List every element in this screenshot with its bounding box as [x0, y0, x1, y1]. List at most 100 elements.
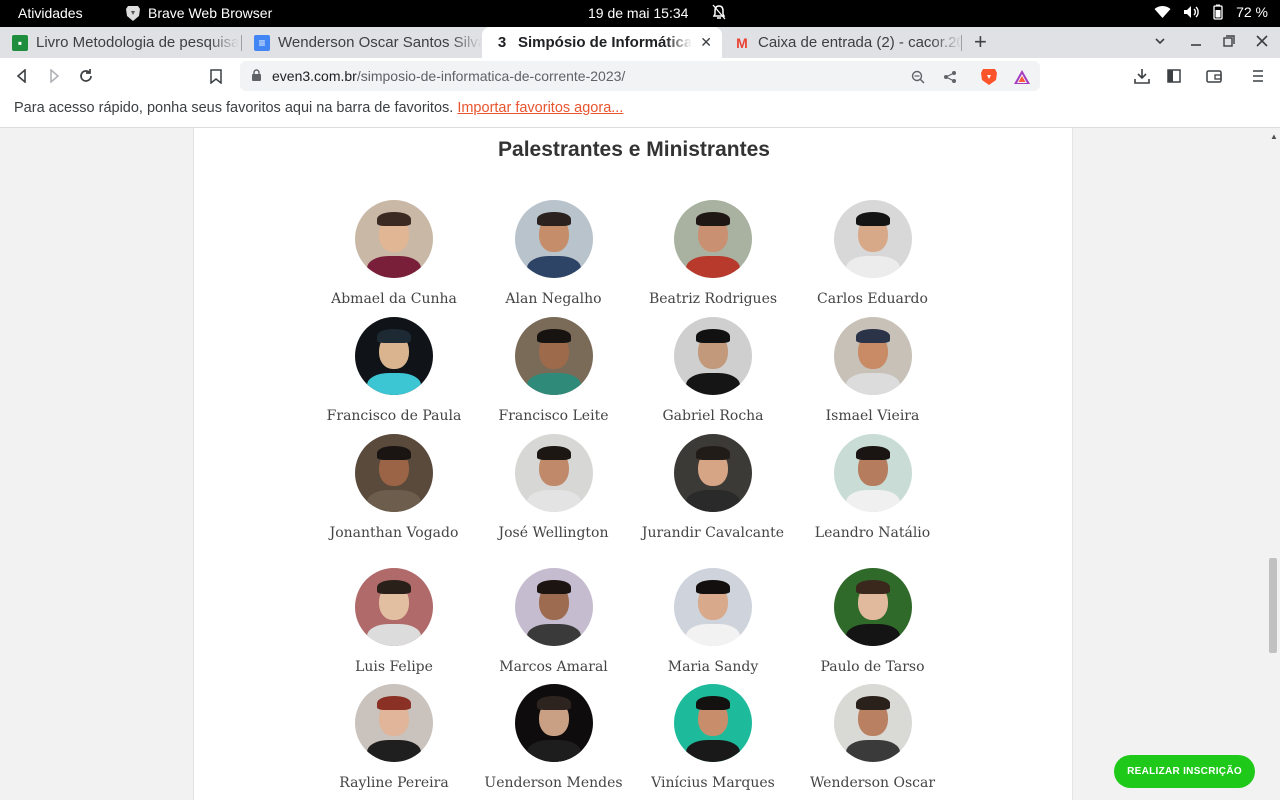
tab-search-chevron-icon[interactable] — [1154, 34, 1166, 52]
speaker-photo[interactable] — [514, 317, 593, 395]
speaker-card[interactable]: Uenderson Mendes — [474, 684, 634, 792]
speaker-card[interactable]: Paulo de Tarso — [793, 568, 953, 676]
speaker-card[interactable]: Jonanthan Vogado — [314, 434, 474, 542]
import-bookmarks-link[interactable]: Importar favoritos agora... — [457, 100, 623, 116]
speaker-card[interactable]: Abmael da Cunha — [314, 200, 474, 308]
activities-button[interactable]: Atividades — [18, 5, 83, 21]
speaker-photo[interactable] — [355, 200, 433, 278]
speaker-card[interactable]: Francisco de Paula — [314, 317, 474, 425]
speaker-photo[interactable] — [674, 684, 752, 762]
speaker-photo[interactable] — [514, 684, 593, 762]
photo-body-shape — [367, 624, 421, 646]
speaker-photo[interactable] — [514, 434, 593, 512]
speaker-photo[interactable] — [833, 684, 912, 762]
speaker-name[interactable]: Paulo de Tarso — [793, 659, 953, 676]
scrollbar-thumb[interactable] — [1269, 558, 1277, 653]
speaker-photo[interactable] — [514, 568, 593, 646]
app-menu[interactable]: Brave Web Browser — [126, 5, 272, 21]
address-bar[interactable]: even3.com.br/simposio-de-informatica-de-… — [240, 61, 1040, 91]
speaker-photo[interactable] — [833, 434, 912, 512]
tab-gmail[interactable]: M Caixa de entrada (2) - cacor.2023 — [722, 27, 962, 58]
clock[interactable]: 19 de mai 15:34 — [588, 5, 688, 21]
speaker-name[interactable]: Alan Negalho — [474, 291, 634, 308]
speaker-photo[interactable] — [674, 434, 752, 512]
notification-bell-icon[interactable] — [712, 4, 726, 20]
speaker-photo[interactable] — [355, 434, 433, 512]
speaker-card[interactable]: Rayline Pereira — [314, 684, 474, 792]
downloads-icon[interactable] — [1132, 66, 1152, 86]
minimize-window-icon[interactable] — [1190, 34, 1202, 52]
speaker-name[interactable]: Maria Sandy — [633, 659, 793, 676]
share-icon[interactable] — [941, 68, 959, 86]
speaker-photo[interactable] — [514, 200, 593, 278]
page-scrollbar[interactable]: ▲ — [1267, 128, 1280, 800]
speaker-photo[interactable] — [674, 317, 752, 395]
speaker-name[interactable]: Ismael Vieira — [793, 408, 953, 425]
tab-wenderson-doc[interactable]: ≡ Wenderson Oscar Santos Silva — [242, 27, 482, 58]
reload-icon[interactable] — [76, 66, 96, 86]
speaker-card[interactable]: Beatriz Rodrigues — [633, 200, 793, 308]
speaker-card[interactable]: Alan Negalho — [474, 200, 634, 308]
speaker-card[interactable]: Maria Sandy — [633, 568, 793, 676]
speaker-name[interactable]: Jonanthan Vogado — [314, 525, 474, 542]
speaker-card[interactable]: Wenderson Oscar — [793, 684, 953, 792]
speaker-name[interactable]: Rayline Pereira — [314, 775, 474, 792]
speaker-name[interactable]: Jurandir Cavalcante — [633, 525, 793, 542]
brave-rewards-icon[interactable] — [1013, 68, 1031, 86]
speaker-photo[interactable] — [355, 684, 433, 762]
scroll-up-arrow-icon[interactable]: ▲ — [1270, 132, 1278, 141]
speaker-card[interactable]: Jurandir Cavalcante — [633, 434, 793, 542]
speaker-name[interactable]: José Wellington — [474, 525, 634, 542]
restore-window-icon[interactable] — [1223, 34, 1235, 52]
tab-livro-metodologia[interactable]: ▪ Livro Metodologia de pesquisa — [0, 27, 242, 58]
register-button[interactable]: REALIZAR INSCRIÇÃO — [1114, 755, 1255, 788]
speaker-name[interactable]: Francisco de Paula — [314, 408, 474, 425]
back-arrow-icon[interactable] — [12, 66, 32, 86]
speaker-card[interactable]: José Wellington — [474, 434, 634, 542]
photo-hair-shape — [696, 580, 730, 594]
photo-hair-shape — [696, 329, 730, 343]
sidebar-toggle-icon[interactable] — [1164, 66, 1184, 86]
speaker-card[interactable]: Gabriel Rocha — [633, 317, 793, 425]
speaker-photo[interactable] — [355, 317, 433, 395]
speaker-photo[interactable] — [833, 568, 912, 646]
even3-icon: 3 — [497, 34, 507, 51]
speaker-name[interactable]: Luis Felipe — [314, 659, 474, 676]
speaker-name[interactable]: Gabriel Rocha — [633, 408, 793, 425]
menu-icon[interactable] — [1248, 66, 1268, 86]
new-tab-button[interactable]: + — [974, 30, 987, 54]
speaker-card[interactable]: Ismael Vieira — [793, 317, 953, 425]
speaker-card[interactable]: Francisco Leite — [474, 317, 634, 425]
close-window-icon[interactable] — [1256, 34, 1268, 52]
speaker-card[interactable]: Vinícius Marques — [633, 684, 793, 792]
speaker-photo[interactable] — [833, 200, 912, 278]
speaker-card[interactable]: Marcos Amaral — [474, 568, 634, 676]
bookmark-icon[interactable] — [206, 66, 226, 86]
wallet-icon[interactable] — [1204, 66, 1224, 86]
speaker-photo[interactable] — [833, 317, 912, 395]
speaker-card[interactable]: Carlos Eduardo — [793, 200, 953, 308]
speaker-card[interactable]: Luis Felipe — [314, 568, 474, 676]
speaker-name[interactable]: Beatriz Rodrigues — [633, 291, 793, 308]
url-text[interactable]: even3.com.br/simposio-de-informatica-de-… — [272, 68, 625, 84]
speaker-name[interactable]: Vinícius Marques — [633, 775, 793, 792]
speaker-photo[interactable] — [355, 568, 433, 646]
speaker-name[interactable]: Uenderson Mendes — [474, 775, 634, 792]
speaker-photo[interactable] — [674, 200, 752, 278]
speaker-name[interactable]: Wenderson Oscar — [793, 775, 953, 792]
speaker-name[interactable]: Leandro Natálio — [793, 525, 953, 542]
speaker-card[interactable]: Leandro Natálio — [793, 434, 953, 542]
speaker-name[interactable]: Carlos Eduardo — [793, 291, 953, 308]
speaker-photo[interactable] — [674, 568, 752, 646]
lock-icon[interactable] — [251, 69, 262, 87]
tab-simposio[interactable]: 3 Simpósio de Informática de Corrente ✕ — [482, 27, 722, 58]
brave-shields-icon[interactable] — [980, 68, 998, 86]
speaker-name[interactable]: Marcos Amaral — [474, 659, 634, 676]
close-tab-icon[interactable]: ✕ — [700, 34, 712, 51]
speaker-name[interactable]: Abmael da Cunha — [314, 291, 474, 308]
bookmarks-bar: Para acesso rápido, ponha seus favoritos… — [0, 94, 1280, 128]
zoom-icon[interactable] — [909, 68, 927, 86]
forward-arrow-icon[interactable] — [44, 66, 64, 86]
system-tray[interactable]: 72 % — [1154, 4, 1268, 20]
speaker-name[interactable]: Francisco Leite — [474, 408, 634, 425]
